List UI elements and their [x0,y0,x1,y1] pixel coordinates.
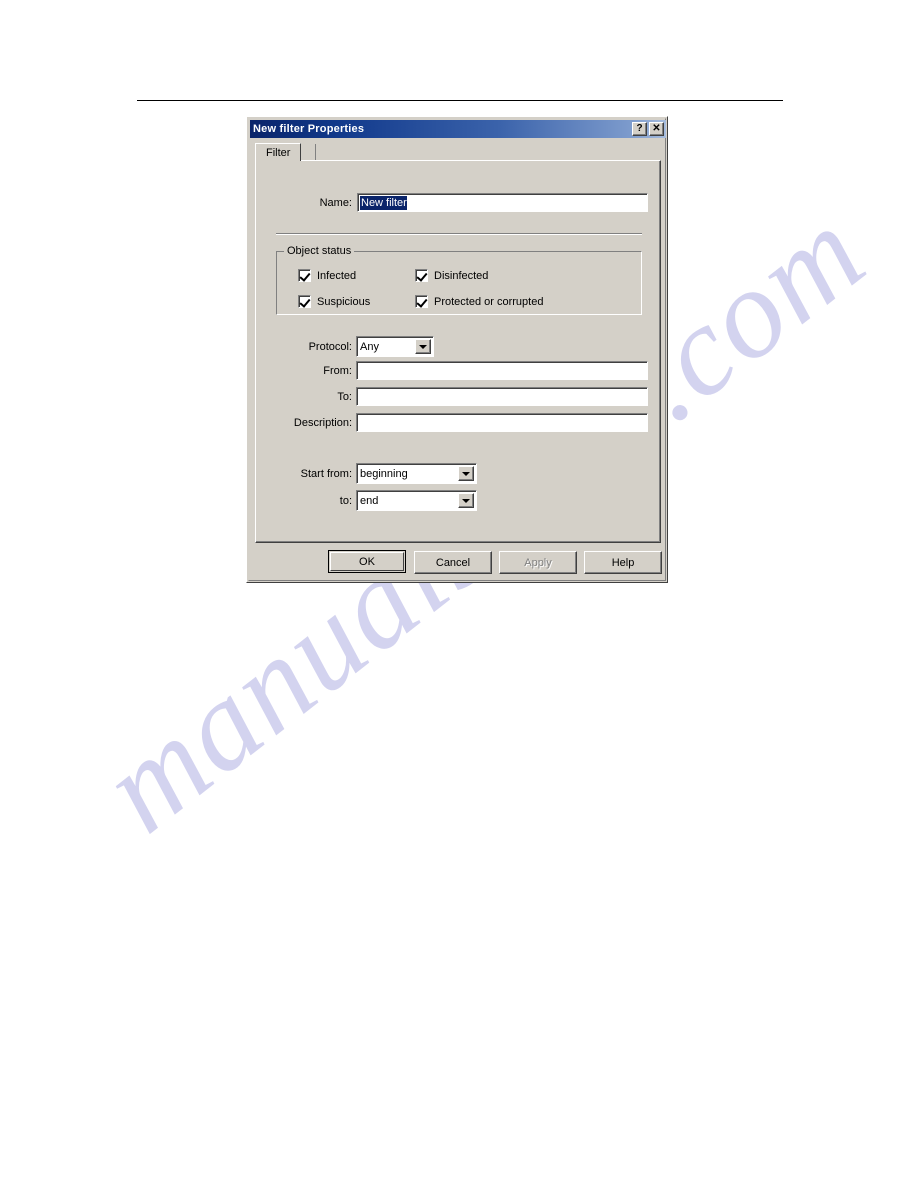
page-header-rule [137,100,783,101]
to-input[interactable] [356,387,648,406]
tab-separator [315,144,316,161]
from-label: From: [323,365,352,377]
chevron-down-icon[interactable] [458,493,474,508]
description-label: Description: [293,417,352,429]
checkbox-infected[interactable]: Infected [298,269,356,282]
help-icon[interactable]: ? [632,122,647,136]
checkbox-protected-or-corrupted[interactable]: Protected or corrupted [415,295,543,308]
dialog-title: New filter Properties [253,123,365,135]
checkbox-infected-box[interactable] [298,269,311,282]
ok-button[interactable]: OK [328,550,406,573]
checkbox-suspicious-label: Suspicious [317,295,371,308]
name-input-text: New filter [358,195,407,210]
start-from-label: Start from: [300,468,352,480]
name-input-selected-text: New filter [360,195,407,210]
checkbox-infected-label: Infected [317,269,357,282]
description-input[interactable] [356,413,648,432]
checkbox-protected-or-corrupted-box[interactable] [415,295,428,308]
watermark: manualshive.com [76,179,918,980]
help-icon-glyph: ? [636,123,643,134]
end-to-dropdown-value: end [360,494,379,507]
checkbox-suspicious-box[interactable] [298,295,311,308]
apply-button-label: Apply [524,556,552,569]
end-to-dropdown[interactable]: end [356,490,477,511]
help-button-label: Help [611,556,635,569]
object-status-legend: Object status [284,245,355,257]
close-icon-glyph: ✕ [652,123,661,134]
to-label: To: [337,391,352,403]
chevron-down-icon[interactable] [458,466,474,481]
checkbox-protected-or-corrupted-label: Protected or corrupted [434,295,544,308]
dialog-titlebar[interactable]: New filter Properties ? ✕ [250,120,666,138]
end-to-label: to: [339,495,352,507]
apply-button: Apply [499,551,577,574]
name-label: Name: [319,197,352,209]
tab-filter-label: Filter [266,146,291,159]
protocol-label: Protocol: [308,341,352,353]
tab-filter[interactable]: Filter [255,143,302,161]
start-from-dropdown-value: beginning [360,467,408,480]
name-input[interactable]: New filter [357,193,648,212]
checkbox-disinfected-box[interactable] [415,269,428,282]
chevron-down-icon[interactable] [415,339,431,354]
checkbox-disinfected-label: Disinfected [434,269,489,282]
new-filter-properties-dialog: New filter Properties ? ✕ Filter Name: N… [246,116,668,583]
checkbox-disinfected[interactable]: Disinfected [415,269,488,282]
ok-button-label: OK [359,555,375,568]
name-section-separator [276,233,642,235]
from-input[interactable] [356,361,648,380]
cancel-button[interactable]: Cancel [414,551,492,574]
start-from-dropdown[interactable]: beginning [356,463,477,484]
protocol-dropdown[interactable]: Any [356,336,434,357]
protocol-dropdown-value: Any [360,340,379,353]
checkbox-suspicious[interactable]: Suspicious [298,295,370,308]
close-icon[interactable]: ✕ [649,122,664,136]
document-page: manualshive.com New filter Properties ? … [0,0,918,1188]
titlebar-button-group: ? ✕ [632,122,666,136]
help-button[interactable]: Help [584,551,662,574]
filter-tab-panel: Name: New filter Object status Infected … [255,160,661,543]
cancel-button-label: Cancel [435,556,471,569]
tab-strip: Filter [255,143,661,161]
